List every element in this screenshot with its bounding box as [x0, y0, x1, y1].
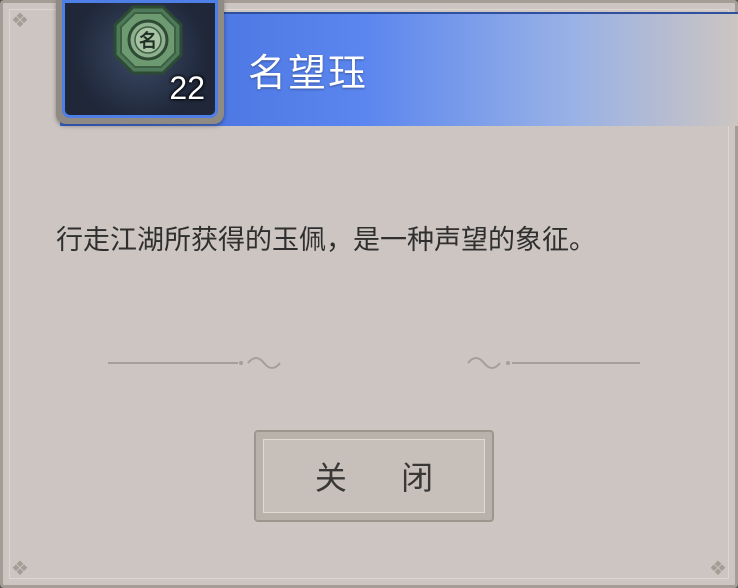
corner-ornament-icon: ❖	[709, 556, 727, 580]
item-slot-background: 名 22	[62, 0, 218, 118]
item-description: 行走江湖所获得的玉佩，是一种声望的象征。	[56, 225, 596, 256]
corner-ornament-icon: ❖	[11, 8, 29, 32]
item-count: 22	[169, 70, 205, 106]
item-slot: 名 22	[56, 0, 224, 124]
divider-ornament-right	[467, 357, 640, 369]
reputation-jade-icon: 名	[113, 5, 183, 75]
corner-ornament-icon: ❖	[11, 556, 29, 580]
close-button[interactable]: 关 闭	[254, 430, 494, 522]
close-button-label: 关 闭	[314, 459, 456, 497]
close-button-inner: 关 闭	[263, 439, 485, 513]
item-title: 名望珏	[248, 51, 369, 95]
divider-ornament-left	[108, 357, 281, 369]
jade-glyph: 名	[139, 30, 157, 52]
